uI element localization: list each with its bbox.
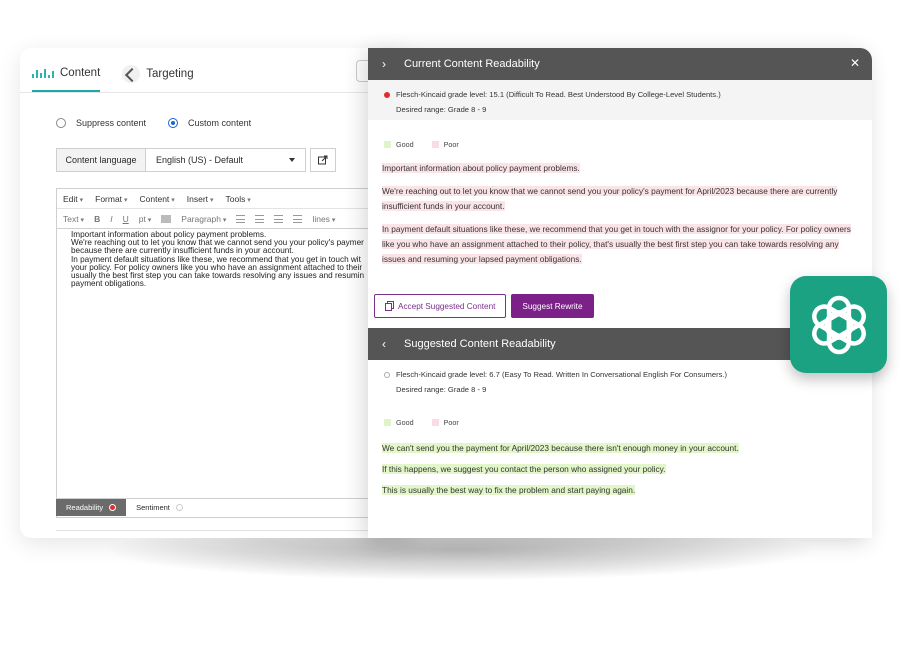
status-dot-icon <box>384 91 390 98</box>
rewrite-label: Suggest Rewrite <box>522 301 583 311</box>
suggest-rewrite-button[interactable]: Suggest Rewrite <box>511 294 594 318</box>
current-readability-title: Current Content Readability <box>404 58 540 70</box>
targeting-icon <box>122 65 141 83</box>
accept-suggested-content-button[interactable]: Accept Suggested Content <box>374 294 507 318</box>
legend-poor-label: Poor <box>443 140 459 149</box>
doc-line: payment obligations. <box>71 279 147 289</box>
sentiment-status-icon <box>175 504 183 511</box>
readability-label: Readability <box>66 503 104 512</box>
sentiment-label: Sentiment <box>136 503 170 512</box>
readability-toggle[interactable]: Readability <box>56 499 127 516</box>
readability-status-icon <box>109 504 117 511</box>
tab-bar: Content Targeting <box>32 56 194 92</box>
radio-suppress-content[interactable]: Suppress content <box>56 118 146 128</box>
content-language-label: Content language <box>56 148 146 172</box>
legend-good: Good <box>384 418 414 427</box>
current-paragraph: In payment default situations like these… <box>382 224 851 264</box>
radio-suppress-label: Suppress content <box>76 118 147 128</box>
underline-button[interactable]: U <box>123 214 129 224</box>
radio-circle[interactable] <box>56 118 66 128</box>
content-language-select[interactable]: English (US) - Default <box>146 148 306 172</box>
menu-insert[interactable]: Insert <box>187 194 214 204</box>
suggested-paragraph: If this happens, we suggest you contact … <box>382 464 666 474</box>
content-mode-radios: Suppress content Custom content <box>56 118 251 128</box>
poor-swatch-icon <box>431 141 439 148</box>
editor-statusbar: Readability Sentiment <box>56 498 396 516</box>
suggested-paragraph: We can't send you the payment for April/… <box>382 443 739 453</box>
suggested-grade-text: Flesch-Kincaid grade level: 6.7 (Easy To… <box>396 370 728 379</box>
suggested-paragraph: This is usually the best way to fix the … <box>382 485 636 495</box>
menu-edit[interactable]: Edit <box>63 194 83 204</box>
accept-label: Accept Suggested Content <box>398 301 496 311</box>
content-logo-icon <box>32 68 54 78</box>
menu-content[interactable]: Content <box>140 194 175 204</box>
align-center-icon[interactable] <box>255 214 265 223</box>
document-body[interactable]: Important information about policy payme… <box>57 229 395 290</box>
text-style-dropdown[interactable]: Text <box>63 214 84 224</box>
legend-good: Good <box>384 140 414 149</box>
color-swatch-icon[interactable] <box>161 214 172 223</box>
align-justify-icon[interactable] <box>293 214 303 223</box>
tab-targeting[interactable]: Targeting <box>122 56 194 92</box>
editor-toolbar: Text B I U pt Paragraph lines <box>57 209 395 229</box>
legend-poor-label: Poor <box>443 418 459 427</box>
legend-good-label: Good <box>396 418 414 427</box>
chevron-left-icon[interactable]: ‹ <box>382 337 394 351</box>
current-content: Important information about policy payme… <box>368 149 872 267</box>
align-left-icon[interactable] <box>236 214 246 223</box>
good-swatch-icon <box>384 141 391 148</box>
current-legend: Good Poor <box>368 120 872 149</box>
suggested-body: Flesch-Kincaid grade level: 6.7 (Easy To… <box>368 360 872 504</box>
align-right-icon[interactable] <box>274 214 284 223</box>
legend-poor: Poor <box>431 418 459 427</box>
bold-button[interactable]: B <box>94 214 100 224</box>
content-language-row: Content language English (US) - Default <box>56 148 336 172</box>
status-dot-icon <box>384 371 390 378</box>
chatgpt-logo-icon <box>811 295 866 354</box>
current-grade-info: Flesch-Kincaid grade level: 15.1 (Diffic… <box>368 80 872 120</box>
sentiment-toggle[interactable]: Sentiment <box>126 499 193 516</box>
external-link-icon <box>318 155 328 165</box>
menu-tools[interactable]: Tools <box>226 194 251 204</box>
copy-icon <box>385 301 394 311</box>
current-grade-text: Flesch-Kincaid grade level: 15.1 (Diffic… <box>396 90 721 99</box>
suggested-desired-range: Desired range: Grade 8 - 9 <box>396 385 487 394</box>
close-icon[interactable]: ✕ <box>850 56 860 70</box>
tab-content-label: Content <box>60 67 101 79</box>
suggested-legend: Good Poor <box>368 400 872 427</box>
editor-menubar: Edit Format Content Insert Tools <box>57 189 395 209</box>
menu-format[interactable]: Format <box>95 194 127 204</box>
radio-custom-content[interactable]: Custom content <box>168 118 251 128</box>
font-size-dropdown[interactable]: pt <box>139 214 152 224</box>
good-swatch-icon <box>384 419 391 426</box>
current-desired-range: Desired range: Grade 8 - 9 <box>396 105 487 114</box>
current-paragraph: Important information about policy payme… <box>382 163 580 173</box>
content-language-value: English (US) - Default <box>156 155 244 165</box>
radio-circle-selected[interactable] <box>168 118 179 128</box>
editor-card: Content Targeting Suppress content Custo… <box>20 48 410 538</box>
line-height-dropdown[interactable]: lines <box>312 214 335 224</box>
legend-poor: Poor <box>431 140 459 149</box>
radio-custom-label: Custom content <box>188 118 252 128</box>
tab-divider <box>20 92 410 93</box>
poor-swatch-icon <box>431 419 439 426</box>
italic-button[interactable]: I <box>110 214 112 224</box>
current-paragraph: We're reaching out to let you know that … <box>382 186 838 211</box>
card-divider <box>56 530 396 531</box>
chatgpt-logo-badge <box>790 276 887 373</box>
external-link-button[interactable] <box>310 148 336 172</box>
current-readability-header[interactable]: › Current Content Readability ✕ <box>368 48 872 80</box>
paragraph-dropdown[interactable]: Paragraph <box>181 214 226 224</box>
suggested-content: We can't send you the payment for April/… <box>368 427 872 498</box>
chevron-right-icon[interactable]: › <box>382 57 394 71</box>
tab-targeting-label: Targeting <box>146 68 194 80</box>
tab-content[interactable]: Content <box>32 56 101 92</box>
chevron-down-icon <box>289 158 295 162</box>
rich-text-editor: Edit Format Content Insert Tools Text B … <box>56 188 396 518</box>
legend-good-label: Good <box>396 140 414 149</box>
suggested-readability-title: Suggested Content Readability <box>404 338 556 350</box>
readability-actions: Accept Suggested Content Suggest Rewrite <box>374 294 594 318</box>
